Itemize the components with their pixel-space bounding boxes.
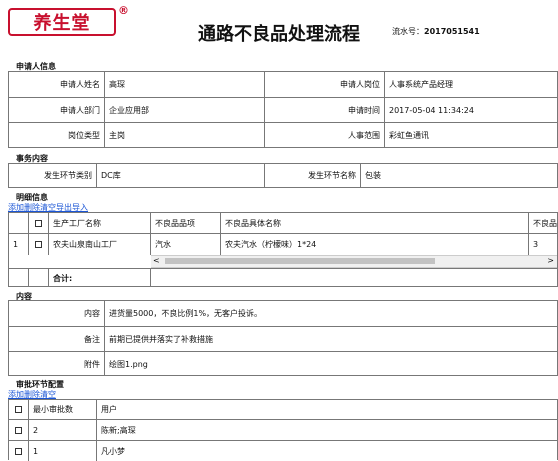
total-blank-2: [29, 269, 49, 287]
business-row: 发生环节类别 DC库 发生环节名称 包装: [9, 164, 557, 187]
scroll-left-button[interactable]: <: [153, 256, 160, 265]
hrscope-value: 彩虹鱼通讯: [389, 131, 429, 140]
applicant-table: 申请人姓名 高琛 申请人岗位 人事系统产品经理 申请人部门 企业应用部 申请时间…: [8, 71, 558, 148]
name-label: 申请人姓名: [9, 72, 105, 97]
row-qty: 3: [533, 240, 539, 249]
approval-select-all-cell: [9, 400, 29, 419]
col-users: 用户: [101, 405, 117, 414]
approval-row-checkbox[interactable]: [15, 426, 22, 434]
time-label: 申请时间: [265, 98, 385, 122]
business-table: 发生环节类别 DC库 发生环节名称 包装: [8, 163, 558, 188]
detail-header-row: 生产工厂名称 不良品品项 不良品具体名称 不良品: [9, 213, 557, 234]
total-blank-1: [9, 269, 29, 287]
table-row: 1 凡小梦: [9, 441, 557, 461]
approval-header-row: 最小审批数 用户: [9, 400, 557, 420]
company-logo: 养生堂 ®: [8, 4, 129, 38]
scrollbar-thumb[interactable]: [165, 258, 435, 264]
approval-clear-link[interactable]: 清空: [40, 390, 56, 399]
serial-label: 流水号：: [392, 27, 424, 36]
remark-value: 前期已提供并落实了补救措施: [109, 334, 213, 344]
dept-value: 企业应用部: [105, 98, 265, 122]
detail-import-link[interactable]: 导入: [72, 203, 88, 212]
page-title: 通路不良品处理流程: [198, 24, 360, 45]
detail-export-link[interactable]: 导出: [56, 203, 72, 212]
col-item: 不良品品项: [151, 213, 221, 233]
attach-label: 附件: [9, 352, 105, 376]
row-item: 汽水: [151, 234, 221, 255]
total-label: 合计:: [49, 269, 151, 287]
approval-row-select-cell: [9, 420, 29, 440]
row-name: 农夫汽水（柠檬味）1*24: [221, 234, 529, 255]
detail-select-all-checkbox[interactable]: [35, 219, 42, 227]
approval-row-select-cell: [9, 441, 29, 461]
col-factory: 生产工厂名称: [49, 213, 151, 233]
position-label: 申请人岗位: [265, 72, 385, 97]
serial-value: 2017051541: [424, 27, 480, 36]
approval-users-value[interactable]: 陈新;高琛: [97, 420, 558, 440]
content-table: 内容 进货量5000，不良比例1%，无客户投诉。 备注 前期已提供并落实了补救措…: [8, 300, 558, 376]
logo-text: 养生堂: [8, 8, 116, 36]
approval-users-value[interactable]: 凡小梦: [97, 441, 558, 461]
detail-delete-link[interactable]: 删除: [24, 203, 40, 212]
detail-clear-link[interactable]: 清空: [40, 203, 56, 212]
col-min-approvals: 最小审批数: [29, 400, 97, 419]
scroll-right-button[interactable]: >: [547, 256, 554, 265]
postype-label: 岗位类型: [9, 123, 105, 148]
content-label: 内容: [9, 301, 105, 326]
detail-add-link[interactable]: 添加: [8, 203, 24, 212]
applicant-row: 岗位类型 主岗 人事范围 彩虹鱼通讯: [9, 123, 557, 148]
approval-table: 最小审批数 用户 2 陈新;高琛 1 凡小梦: [8, 399, 558, 461]
row-factory: 农夫山泉南山工厂: [49, 234, 151, 255]
name-value: 高琛: [105, 72, 265, 97]
applicant-row: 申请人部门 企业应用部 申请时间 2017-05-04 11:34:24: [9, 98, 557, 123]
content-row: 内容 进货量5000，不良比例1%，无客户投诉。: [9, 301, 557, 327]
attachment-file[interactable]: 绘图1.png: [105, 352, 558, 376]
hrscope-label: 人事范围: [265, 123, 385, 148]
approval-row-checkbox[interactable]: [15, 447, 22, 455]
registered-mark: ®: [118, 4, 129, 17]
table-row: 1 农夫山泉南山工厂 汽水 农夫汽水（柠檬味）1*24 3: [9, 234, 557, 255]
stage-name-label: 发生环节名称: [265, 164, 361, 187]
stage-type-label: 发生环节类别: [9, 164, 97, 187]
total-value: [151, 269, 558, 287]
approval-min-value[interactable]: 2: [29, 420, 97, 440]
stage-type-value: DC库: [97, 164, 265, 187]
postype-value: 主岗: [105, 123, 265, 148]
detail-table: 生产工厂名称 不良品品项 不良品具体名称 不良品 1 农夫山泉南山工厂 汽水 农…: [8, 212, 558, 287]
detail-total-row: 合计:: [9, 268, 557, 287]
row-checkbox[interactable]: [35, 241, 42, 248]
approval-delete-link[interactable]: 删除: [24, 390, 40, 399]
stage-name-value: 包装: [365, 171, 381, 180]
serial-number: 流水号：2017051541: [392, 26, 480, 37]
applicant-row: 申请人姓名 高琛 申请人岗位 人事系统产品经理: [9, 72, 557, 98]
content-row: 备注 前期已提供并落实了补救措施: [9, 327, 557, 352]
table-row: 2 陈新;高琛: [9, 420, 557, 441]
dept-label: 申请人部门: [9, 98, 105, 122]
approval-select-all-checkbox[interactable]: [15, 406, 22, 413]
detail-index-header: [9, 213, 29, 233]
content-value: 进货量5000，不良比例1%，无客户投诉。: [109, 309, 263, 318]
detail-select-all-cell: [29, 213, 49, 233]
position-value: 人事系统产品经理: [389, 80, 453, 89]
col-name: 不良品具体名称: [221, 213, 529, 233]
col-qty: 不良品: [533, 218, 557, 228]
remark-label: 备注: [9, 327, 105, 351]
approval-add-link[interactable]: 添加: [8, 390, 24, 399]
row-select-cell: [29, 234, 49, 255]
row-index: 1: [9, 234, 29, 255]
approval-min-value[interactable]: 1: [29, 441, 97, 461]
content-row: 附件 绘图1.png: [9, 352, 557, 376]
horizontal-scrollbar[interactable]: < >: [151, 255, 557, 268]
time-value: 2017-05-04 11:34:24: [389, 105, 474, 115]
